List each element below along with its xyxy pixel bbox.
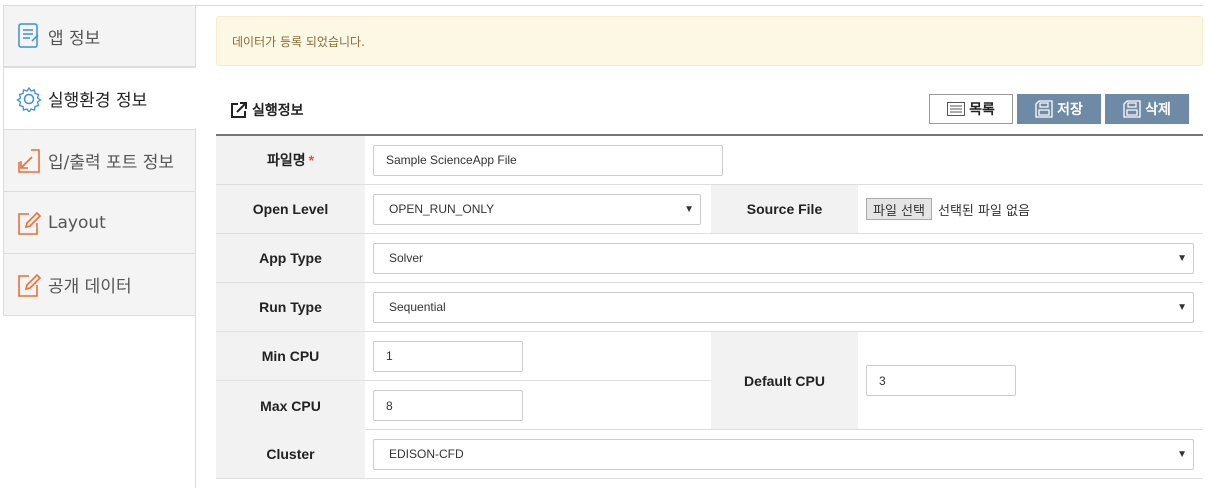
chevron-down-icon: ▼ [1177,448,1187,460]
sidebar-item-label: 앱 정보 [48,28,101,49]
arrow-in-icon [16,148,42,174]
save-button-label: 저장 [1057,102,1083,118]
section-title: 실행정보 [230,100,304,120]
sidebar-item-public-data[interactable]: 공개 데이터 [3,254,196,316]
min-cpu-input[interactable]: 1 [373,340,523,372]
content-top-border [195,5,1203,6]
sidebar-item-layout[interactable]: Layout [3,192,196,254]
runtime-form: 파일명 * Sample ScienceApp File Open Level O… [216,134,1203,479]
delete-button[interactable]: 삭제 [1105,94,1189,124]
document-icon [16,23,42,49]
toolbar: 목록 저장 삭제 [929,94,1189,124]
open-level-select[interactable]: OPEN_RUN_ONLY ▼ [373,193,701,225]
save-button[interactable]: 저장 [1017,94,1101,124]
open-level-label: Open Level [216,185,365,233]
sidebar-item-app-info[interactable]: 앱 정보 [3,5,196,67]
external-link-icon [230,101,248,119]
min-cpu-label: Min CPU [216,332,365,380]
source-file-label: Source File [711,185,858,233]
run-type-select[interactable]: Sequential ▼ [373,291,1194,323]
list-button[interactable]: 목록 [929,94,1013,124]
max-cpu-label: Max CPU [216,381,365,430]
cluster-label: Cluster [216,430,365,478]
floppy-icon [1035,100,1053,118]
sidebar-item-io-port-info[interactable]: 입/출력 포트 정보 [3,130,196,192]
form-row-min-cpu: Min CPU 1 [216,332,711,381]
list-button-label: 목록 [969,102,995,118]
cluster-select[interactable]: EDISON-CFD ▼ [373,438,1194,470]
required-mark: * [308,152,315,168]
success-alert: 데이터가 등록 되었습니다. [216,16,1203,66]
form-row-run-type: Run Type Sequential ▼ [216,283,1203,332]
form-row-cpu: Min CPU 1 Max CPU 8 Default CPU 3 [216,332,1203,430]
content-divider [195,128,196,488]
floppy-icon [1123,100,1141,118]
chevron-down-icon: ▼ [1177,301,1187,313]
default-cpu-label: Default CPU [711,332,858,429]
app-type-select[interactable]: Solver ▼ [373,242,1194,274]
file-status: 선택된 파일 없음 [937,203,1030,219]
sidebar-item-label: 입/출력 포트 정보 [48,153,175,173]
form-row-app-type: App Type Solver ▼ [216,234,1203,283]
default-cpu-input[interactable]: 3 [866,365,1016,396]
section-title-label: 실행정보 [252,103,304,119]
run-type-label: Run Type [216,283,365,331]
max-cpu-input[interactable]: 8 [373,390,523,421]
form-row-file-name: 파일명 * Sample ScienceApp File [216,136,1203,185]
chevron-down-icon: ▼ [684,203,694,215]
sidebar-item-runtime-info[interactable]: 실행환경 정보 [3,67,196,130]
gear-icon [16,86,42,112]
form-row-open-level: Open Level OPEN_RUN_ONLY ▼ Source File 파… [216,185,1203,234]
file-select-button[interactable]: 파일 선택 [866,198,932,220]
edit-icon [16,272,42,298]
file-name-label: 파일명 * [216,136,365,184]
form-row-max-cpu: Max CPU 8 [216,381,711,430]
list-icon [947,102,966,116]
delete-button-label: 삭제 [1145,102,1171,118]
sidebar-item-label: 실행환경 정보 [48,91,148,111]
sidebar-item-label: 공개 데이터 [48,277,132,297]
alert-message: 데이터가 등록 되었습니다. [232,34,365,49]
sidebar: 앱 정보 실행환경 정보 입/출력 포트 정보 Layout 공개 데이터 [3,5,196,316]
content-divider-top [195,5,196,67]
app-type-label: App Type [216,234,365,282]
chevron-down-icon: ▼ [1177,252,1187,264]
sidebar-item-label: Layout [48,212,106,233]
form-row-cluster: Cluster EDISON-CFD ▼ [216,430,1203,479]
edit-icon [16,210,42,236]
file-name-input[interactable]: Sample ScienceApp File [373,144,723,176]
